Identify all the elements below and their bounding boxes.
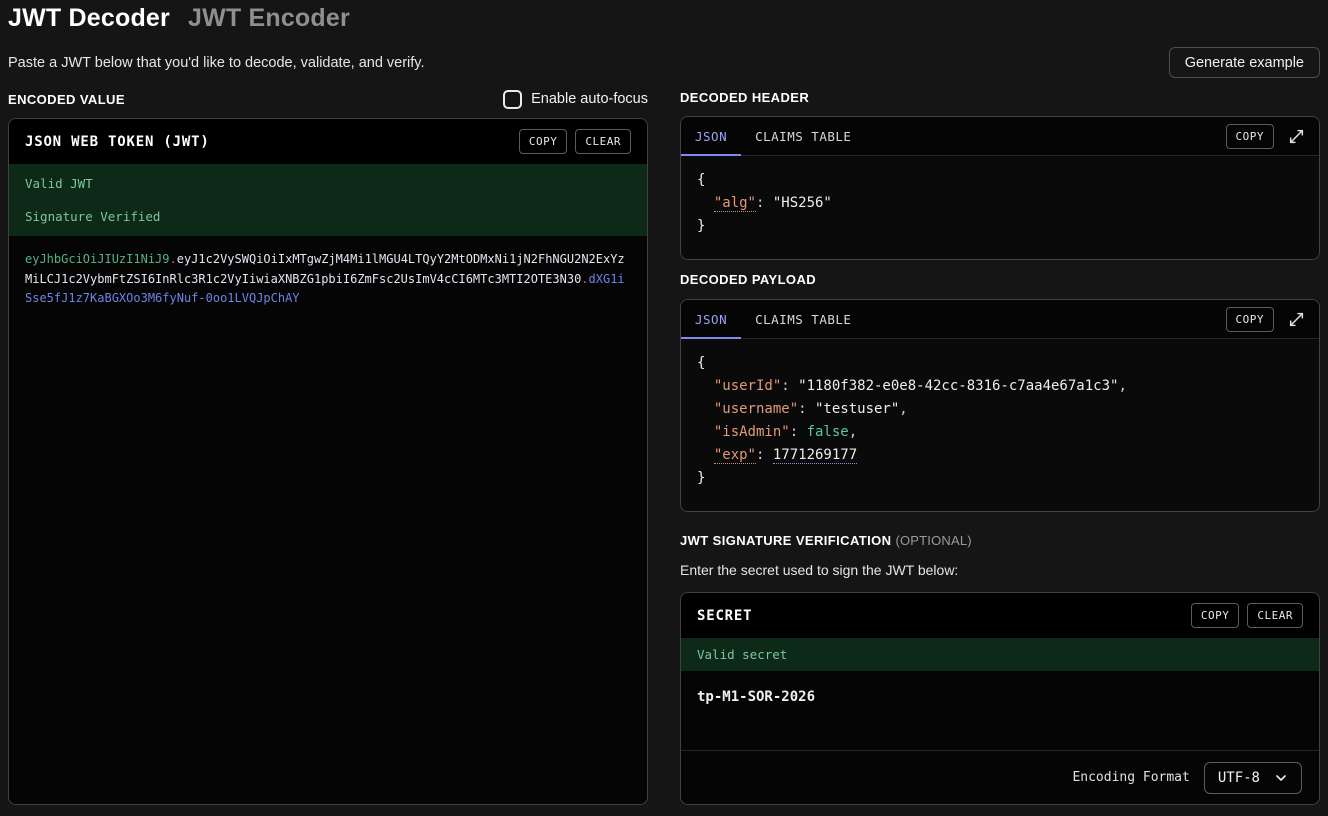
status-signature-verified: Signature Verified bbox=[25, 209, 631, 224]
decoded-header-json: { "alg": "HS256" } bbox=[681, 156, 1319, 259]
copy-token-button[interactable]: COPY bbox=[519, 129, 568, 154]
json-colon: : bbox=[781, 378, 798, 394]
decoded-payload-tabs: JSON CLAIMS TABLE COPY bbox=[681, 300, 1319, 339]
tab-jwt-decoder[interactable]: JWT Decoder bbox=[8, 4, 170, 33]
token-panel-title: JSON WEB TOKEN (JWT) bbox=[25, 134, 210, 150]
json-comma: , bbox=[1118, 378, 1126, 394]
json-claim-alg: "alg": "HS256" bbox=[697, 192, 1303, 215]
decoded-header-tabs: JSON CLAIMS TABLE COPY bbox=[681, 117, 1319, 156]
decoded-header-label: DECODED HEADER bbox=[680, 90, 809, 105]
secret-panel: SECRET COPY CLEAR Valid secret tp-M1-SOR… bbox=[680, 592, 1320, 805]
tab-jwt-encoder[interactable]: JWT Encoder bbox=[188, 4, 350, 33]
chevron-down-icon bbox=[1274, 771, 1288, 785]
claim-key-userid: "userId" bbox=[714, 378, 781, 394]
claim-key-username: "username" bbox=[714, 401, 798, 417]
claim-value-username: "testuser" bbox=[815, 401, 899, 417]
decoded-payload-panel: JSON CLAIMS TABLE COPY { "userId": "1180… bbox=[680, 299, 1320, 512]
json-comma: , bbox=[849, 424, 857, 440]
secret-footer: Encoding Format UTF-8 bbox=[681, 750, 1319, 804]
claim-key-exp[interactable]: "exp" bbox=[714, 447, 756, 464]
token-panel-header: JSON WEB TOKEN (JWT) COPY CLEAR bbox=[9, 119, 647, 164]
json-comma: , bbox=[899, 401, 907, 417]
encoded-token-panel: JSON WEB TOKEN (JWT) COPY CLEAR Valid JW… bbox=[8, 118, 648, 805]
json-claim-exp: "exp": 1771269177 bbox=[697, 444, 1303, 467]
expand-icon[interactable] bbox=[1286, 126, 1307, 147]
claim-value-exp[interactable]: 1771269177 bbox=[773, 447, 857, 464]
jwt-token-input[interactable]: eyJhbGciOiJIUzI1NiJ9.eyJ1c2VySWQiOiIxMTg… bbox=[9, 236, 647, 804]
optional-label: (OPTIONAL) bbox=[895, 533, 971, 548]
json-colon: : bbox=[756, 195, 773, 211]
json-close-brace: } bbox=[697, 215, 1303, 238]
json-claim-username: "username": "testuser", bbox=[697, 398, 1303, 421]
clear-secret-button[interactable]: CLEAR bbox=[1247, 603, 1303, 628]
tab-claims-table[interactable]: CLAIMS TABLE bbox=[741, 300, 865, 338]
json-colon: : bbox=[798, 401, 815, 417]
copy-secret-button[interactable]: COPY bbox=[1191, 603, 1240, 628]
claim-key-alg[interactable]: "alg" bbox=[714, 195, 756, 212]
tab-claims-table[interactable]: CLAIMS TABLE bbox=[741, 117, 865, 155]
clear-token-button[interactable]: CLEAR bbox=[575, 129, 631, 154]
status-valid-secret: Valid secret bbox=[697, 647, 1303, 662]
secret-panel-title: SECRET bbox=[697, 608, 752, 624]
token-separator-dot: . bbox=[581, 272, 588, 286]
generate-example-button[interactable]: Generate example bbox=[1169, 47, 1320, 78]
json-colon: : bbox=[790, 424, 807, 440]
secret-instruction: Enter the secret used to sign the JWT be… bbox=[680, 562, 958, 578]
tab-json[interactable]: JSON bbox=[681, 300, 741, 338]
json-claim-isadmin: "isAdmin": false, bbox=[697, 421, 1303, 444]
page-subtitle: Paste a JWT below that you'd like to dec… bbox=[8, 55, 425, 71]
secret-input[interactable]: tp-M1-SOR-2026 bbox=[681, 671, 1319, 750]
encoding-format-dropdown[interactable]: UTF-8 bbox=[1204, 762, 1302, 794]
claim-value-userid: "1180f382-e0e8-42cc-8316-c7aa4e67a1c3" bbox=[798, 378, 1118, 394]
token-separator-dot: . bbox=[170, 252, 177, 266]
app-title-tabs: JWT Decoder JWT Encoder bbox=[8, 4, 350, 33]
claim-value-isadmin: false bbox=[807, 424, 849, 440]
token-header-segment: eyJhbGciOiJIUzI1NiJ9 bbox=[25, 252, 170, 266]
json-open-brace: { bbox=[697, 352, 1303, 375]
status-valid-jwt: Valid JWT bbox=[25, 176, 631, 191]
signature-verification-label: JWT SIGNATURE VERIFICATION (OPTIONAL) bbox=[680, 533, 972, 548]
token-status-band: Valid JWT Signature Verified bbox=[9, 164, 647, 236]
encoded-value-label: ENCODED VALUE bbox=[8, 92, 125, 107]
copy-header-button[interactable]: COPY bbox=[1226, 124, 1275, 149]
json-open-brace: { bbox=[697, 169, 1303, 192]
encoding-format-label: Encoding Format bbox=[1072, 770, 1189, 785]
copy-payload-button[interactable]: COPY bbox=[1226, 307, 1275, 332]
decoded-payload-label: DECODED PAYLOAD bbox=[680, 272, 816, 287]
autofocus-label: Enable auto-focus bbox=[531, 91, 648, 107]
claim-key-isadmin: "isAdmin" bbox=[714, 424, 790, 440]
expand-icon[interactable] bbox=[1286, 309, 1307, 330]
tab-json[interactable]: JSON bbox=[681, 117, 741, 155]
autofocus-control: Enable auto-focus bbox=[503, 90, 648, 109]
claim-value-alg: "HS256" bbox=[773, 195, 832, 211]
decoded-header-panel: JSON CLAIMS TABLE COPY { "alg": "HS256" … bbox=[680, 116, 1320, 260]
decoded-payload-json: { "userId": "1180f382-e0e8-42cc-8316-c7a… bbox=[681, 339, 1319, 511]
secret-panel-header: SECRET COPY CLEAR bbox=[681, 593, 1319, 638]
json-claim-userid: "userId": "1180f382-e0e8-42cc-8316-c7aa4… bbox=[697, 375, 1303, 398]
autofocus-checkbox[interactable] bbox=[503, 90, 522, 109]
json-colon: : bbox=[756, 447, 773, 463]
encoding-format-value: UTF-8 bbox=[1218, 770, 1260, 786]
secret-status-band: Valid secret bbox=[681, 638, 1319, 671]
json-close-brace: } bbox=[697, 467, 1303, 490]
